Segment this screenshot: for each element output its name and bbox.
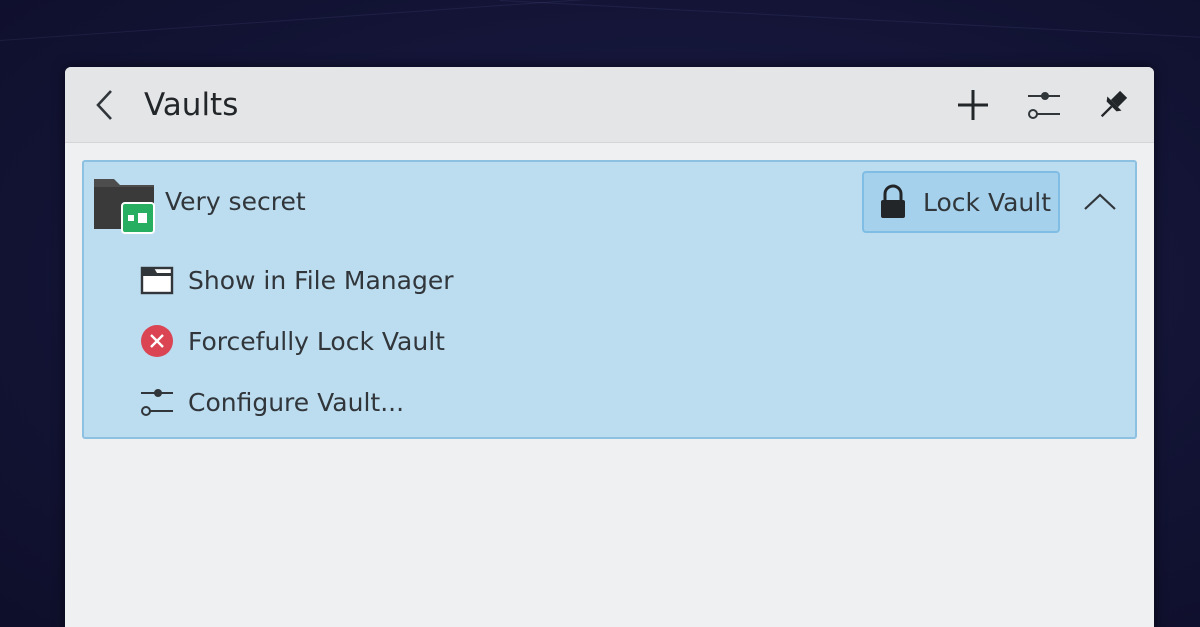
show-in-file-manager-action[interactable]: Show in File Manager — [138, 258, 454, 302]
action-label: Configure Vault... — [188, 387, 405, 417]
encrypted-folder-icon — [94, 179, 155, 234]
background-line — [499, 0, 1200, 43]
chevron-up-icon — [1084, 193, 1116, 210]
forcefully-lock-vault-action[interactable]: Forcefully Lock Vault — [138, 319, 445, 363]
sliders-icon — [1028, 92, 1060, 119]
error-x-icon — [138, 322, 176, 360]
page-title: Vaults — [144, 87, 239, 123]
add-vault-button[interactable] — [953, 85, 993, 125]
popup-header: Vaults — [65, 67, 1154, 143]
action-label: Show in File Manager — [188, 265, 454, 295]
vault-item-very-secret[interactable]: Very secret Lock Vault Show in File Mana… — [82, 160, 1137, 439]
action-label: Forcefully Lock Vault — [188, 326, 445, 356]
folder-window-icon — [138, 261, 176, 299]
plus-icon — [958, 90, 988, 120]
collapse-button[interactable] — [1080, 182, 1120, 222]
lock-vault-button[interactable]: Lock Vault — [862, 171, 1060, 233]
vault-name: Very secret — [165, 187, 306, 216]
chevron-left-icon — [96, 90, 112, 120]
configure-vault-action[interactable]: Configure Vault... — [138, 380, 404, 424]
background-line — [0, 0, 699, 41]
back-button[interactable] — [87, 85, 123, 125]
lock-vault-label: Lock Vault — [923, 187, 1052, 217]
sliders-icon — [138, 383, 176, 421]
vaults-popup: Vaults Very secret Lock Vault Show in Fi… — [65, 67, 1154, 627]
padlock-icon — [881, 184, 905, 218]
pin-icon — [1100, 90, 1128, 118]
pin-button[interactable] — [1093, 85, 1133, 125]
configure-button[interactable] — [1024, 85, 1064, 125]
